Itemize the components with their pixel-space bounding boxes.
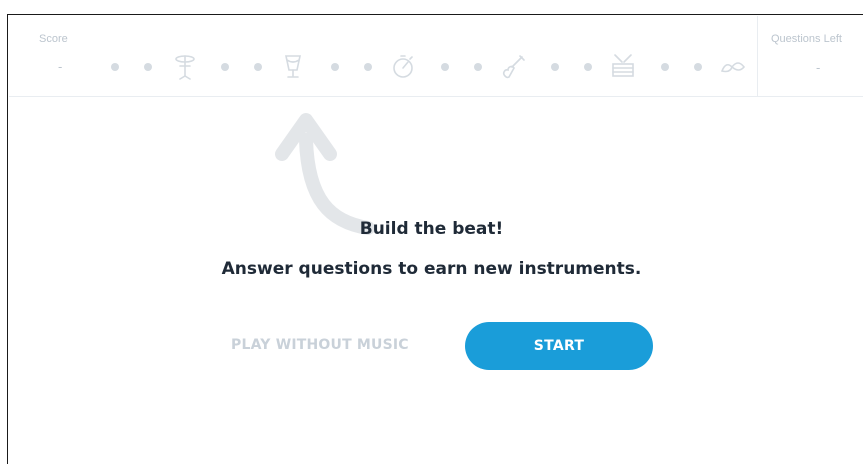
progress-dot xyxy=(584,63,592,71)
progress-dot xyxy=(221,63,229,71)
progress-dot xyxy=(661,63,669,71)
snare-drum-icon xyxy=(609,52,637,80)
questions-left-value: - xyxy=(816,60,821,75)
progress-dot xyxy=(364,63,372,71)
progress-dot xyxy=(331,63,339,71)
play-without-music-link[interactable]: PLAY WITHOUT MUSIC xyxy=(231,337,409,353)
page-title: Build the beat! xyxy=(359,219,504,239)
tambourine-icon xyxy=(279,52,307,80)
progress-dot xyxy=(441,63,449,71)
progress-dot xyxy=(551,63,559,71)
start-button[interactable]: START xyxy=(465,322,653,370)
guitar-icon xyxy=(499,52,527,80)
cymbal-icon xyxy=(171,52,199,80)
page-subtitle: Answer questions to earn new instruments… xyxy=(221,259,642,279)
top-bar: Score - Questions Left - xyxy=(9,16,863,97)
progress-dot xyxy=(111,63,119,71)
questions-left-label: Questions Left xyxy=(771,33,842,45)
stopwatch-icon xyxy=(389,52,417,80)
instrument-track xyxy=(9,16,757,96)
progress-dot xyxy=(474,63,482,71)
cowbell-icon xyxy=(719,52,747,80)
progress-dot xyxy=(144,63,152,71)
progress-dot xyxy=(254,63,262,71)
questions-left-panel: Questions Left - xyxy=(757,16,863,96)
progress-dot xyxy=(694,63,702,71)
